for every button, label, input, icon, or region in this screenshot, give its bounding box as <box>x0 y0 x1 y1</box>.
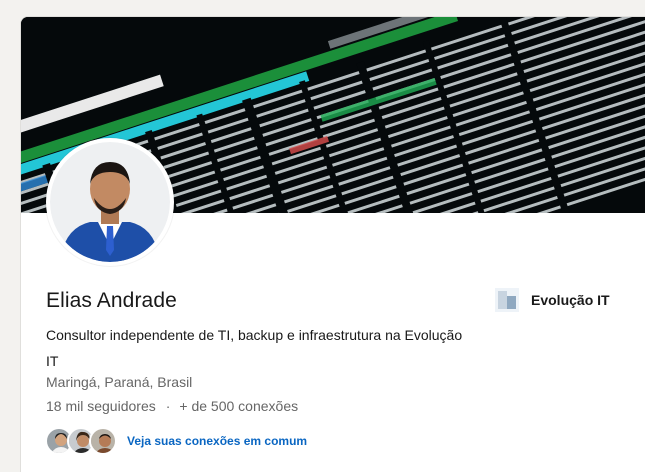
mutual-avatars <box>45 425 121 457</box>
profile-stats: 18 mil seguidores · + de 500 conexões <box>46 398 298 414</box>
avatar <box>50 142 170 262</box>
profile-headline: Consultor independente de TI, backup e i… <box>46 327 463 369</box>
followers-count[interactable]: 18 mil seguidores <box>46 398 156 414</box>
connections-count[interactable]: + de 500 conexões <box>179 398 298 414</box>
profile-location: Maringá, Paraná, Brasil <box>46 374 193 390</box>
mutual-connections[interactable]: Veja suas conexões em comum <box>45 425 307 457</box>
profile-name: Elias Andrade <box>46 289 177 312</box>
company-logo-icon <box>495 288 519 312</box>
current-company[interactable]: Evolução IT <box>495 288 610 312</box>
mutual-connections-link[interactable]: Veja suas conexões em comum <box>127 434 307 448</box>
stats-separator: · <box>165 398 171 414</box>
company-name: Evolução IT <box>531 292 610 308</box>
profile-photo[interactable] <box>46 138 174 266</box>
mutual-avatar <box>89 427 117 455</box>
profile-card: Elias Andrade Consultor independente de … <box>20 16 645 472</box>
